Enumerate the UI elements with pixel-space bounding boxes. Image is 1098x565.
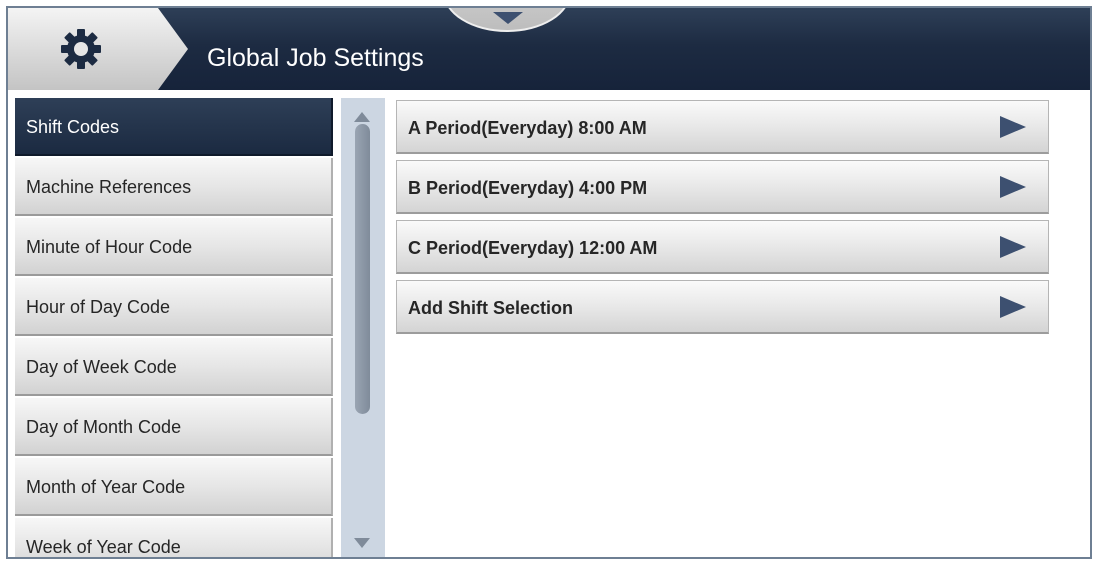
gear-icon xyxy=(61,29,101,69)
play-arrow-icon xyxy=(1000,176,1026,198)
play-arrow-icon xyxy=(1000,116,1026,138)
sidebar-item-machine-references[interactable]: Machine References xyxy=(15,158,333,216)
sidebar-item-month-of-year-code[interactable]: Month of Year Code xyxy=(15,458,333,516)
sidebar: Shift Codes Machine References Minute of… xyxy=(15,98,335,557)
home-button[interactable] xyxy=(8,8,188,90)
scroll-up-icon[interactable] xyxy=(354,112,370,122)
scrollbar-thumb[interactable] xyxy=(355,124,370,414)
shift-row-c[interactable]: C Period(Everyday) 12:00 AM xyxy=(396,220,1049,274)
add-shift-selection-label: Add Shift Selection xyxy=(408,298,574,318)
sidebar-item-day-of-week-code[interactable]: Day of Week Code xyxy=(15,338,333,396)
shift-row-b[interactable]: B Period(Everyday) 4:00 PM xyxy=(396,160,1049,214)
app-window: Global Job Settings Shift Codes Machine … xyxy=(6,6,1092,559)
chevron-down-icon xyxy=(493,12,523,24)
play-arrow-icon xyxy=(1000,236,1026,258)
play-arrow-icon xyxy=(1000,296,1026,318)
sidebar-item-shift-codes[interactable]: Shift Codes xyxy=(15,98,333,156)
page-title: Global Job Settings xyxy=(207,44,424,72)
sidebar-item-week-of-year-code[interactable]: Week of Year Code xyxy=(15,518,333,557)
sidebar-scrollbar[interactable] xyxy=(341,98,385,557)
sidebar-item-day-of-month-code[interactable]: Day of Month Code xyxy=(15,398,333,456)
sidebar-item-minute-of-hour-code[interactable]: Minute of Hour Code xyxy=(15,218,333,276)
sidebar-item-hour-of-day-code[interactable]: Hour of Day Code xyxy=(15,278,333,336)
shift-row-label: C Period(Everyday) 12:00 AM xyxy=(408,238,658,258)
shift-row-label: A Period(Everyday) 8:00 AM xyxy=(408,118,647,138)
add-shift-selection-button[interactable]: Add Shift Selection xyxy=(396,280,1049,334)
shift-row-a[interactable]: A Period(Everyday) 8:00 AM xyxy=(396,100,1049,154)
main-content: A Period(Everyday) 8:00 AM B Period(Ever… xyxy=(385,90,1090,557)
shift-row-label: B Period(Everyday) 4:00 PM xyxy=(408,178,648,198)
scroll-down-icon[interactable] xyxy=(354,538,370,548)
